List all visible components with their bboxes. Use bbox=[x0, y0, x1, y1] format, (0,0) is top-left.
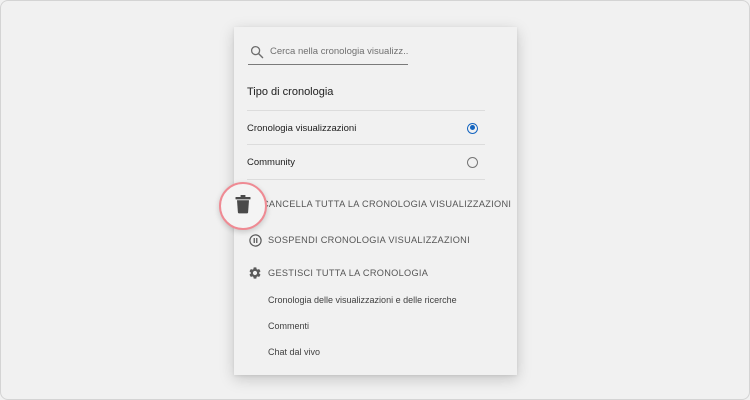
pause-circle-icon bbox=[248, 233, 262, 247]
trash-highlight-button[interactable] bbox=[219, 182, 267, 230]
manage-link-comments[interactable]: Commenti bbox=[268, 321, 309, 331]
history-option-label: Cronologia visualizzazioni bbox=[247, 122, 357, 134]
search-input[interactable] bbox=[270, 46, 408, 57]
history-type-title: Tipo di cronologia bbox=[247, 86, 334, 98]
history-settings-panel: Tipo di cronologia Cronologia visualizza… bbox=[234, 27, 517, 375]
clear-watch-history-label: CANCELLA TUTTA LA CRONOLOGIA VISUALIZZAZ… bbox=[262, 199, 512, 209]
manage-all-history-label: GESTISCI TUTTA LA CRONOLOGIA bbox=[268, 268, 429, 278]
radio-unselected[interactable] bbox=[467, 156, 478, 168]
clear-watch-history-button[interactable]: CANCELLA TUTTA LA CRONOLOGIA VISUALIZZAZ… bbox=[262, 199, 511, 209]
pause-watch-history-button[interactable]: SOSPENDI CRONOLOGIA VISUALIZZAZIONI bbox=[248, 233, 470, 247]
history-option-watch[interactable]: Cronologia visualizzazioni bbox=[247, 110, 485, 145]
trash-icon bbox=[234, 194, 252, 219]
manage-link-live-chat[interactable]: Chat dal vivo bbox=[268, 347, 320, 357]
gear-icon bbox=[248, 266, 262, 280]
pause-watch-history-label: SOSPENDI CRONOLOGIA VISUALIZZAZIONI bbox=[268, 235, 470, 245]
search-icon bbox=[250, 45, 264, 59]
history-option-label: Community bbox=[247, 156, 296, 168]
manage-link-watch-search-history[interactable]: Cronologia delle visualizzazioni e delle… bbox=[268, 295, 457, 305]
screenshot-frame: Tipo di cronologia Cronologia visualizza… bbox=[0, 0, 750, 400]
history-option-community[interactable]: Community bbox=[247, 144, 485, 180]
search-box[interactable] bbox=[248, 39, 408, 65]
manage-all-history-button[interactable]: GESTISCI TUTTA LA CRONOLOGIA bbox=[248, 266, 428, 280]
radio-selected[interactable] bbox=[467, 122, 478, 134]
